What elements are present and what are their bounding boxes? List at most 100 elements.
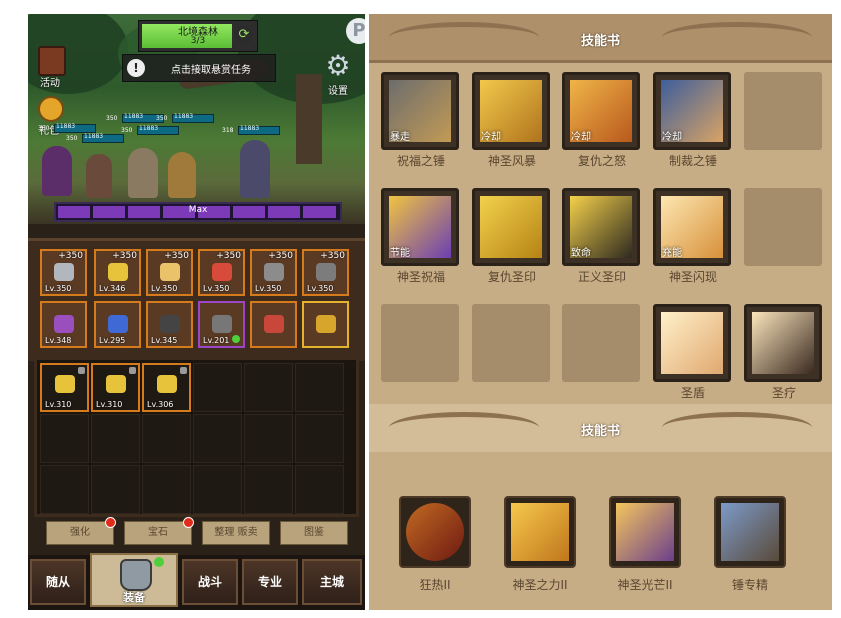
inventory-item[interactable]: Lv.310 <box>40 363 89 412</box>
panel-header: 技能书 <box>369 404 832 452</box>
exclamation-icon: ! <box>127 59 145 77</box>
sort-sell-label: 整理 贩卖 <box>214 527 258 538</box>
item-level: Lv.350 <box>255 284 282 293</box>
empty-inventory-slot[interactable] <box>142 465 191 514</box>
book-icon <box>38 46 66 76</box>
empty-inventory-slot[interactable] <box>91 465 140 514</box>
notification-dot <box>105 517 116 528</box>
item-level: Lv.350 <box>307 284 334 293</box>
equipment-slot[interactable]: Lv.345 <box>146 301 193 348</box>
inventory-item[interactable]: Lv.306 <box>142 363 191 412</box>
settings-button[interactable]: ⚙ 设置 <box>320 49 356 98</box>
item-level: Lv.201 <box>203 336 230 345</box>
empty-skill-slot[interactable] <box>562 304 640 382</box>
hero-character[interactable] <box>168 152 196 198</box>
empty-inventory-slot[interactable] <box>142 414 191 463</box>
unit-level: 350 <box>38 125 50 132</box>
skill-frame <box>504 496 576 568</box>
enemy-hp: 11883 <box>240 125 260 132</box>
empty-inventory-slot[interactable] <box>295 465 344 514</box>
gem-button[interactable]: 宝石 <box>124 517 194 545</box>
equipment-slot[interactable]: +350 Lv.350 <box>302 249 349 296</box>
battle-scene: 北境森林 3/3 ⟳ ! 点击接取悬赏任务 活动 礼包 ⚙ 设置 P 350 1… <box>28 14 365 224</box>
empty-inventory-slot[interactable] <box>295 414 344 463</box>
nav-main-city[interactable]: 主城 <box>302 559 362 605</box>
empty-inventory-slot[interactable] <box>40 414 89 463</box>
unit-hp: 11883 <box>139 125 159 132</box>
skill-name: 神圣风暴 <box>487 154 536 168</box>
swirl-icon <box>511 503 569 561</box>
enemy-character[interactable] <box>240 140 270 198</box>
hero-character[interactable] <box>86 154 112 198</box>
shoulder-icon <box>54 315 74 333</box>
enhance-button[interactable]: 强化 <box>46 517 116 545</box>
equipment-slot[interactable]: Lv.201 <box>198 301 245 348</box>
skill-frame: 冷却 <box>653 72 731 150</box>
skill-frame <box>609 496 681 568</box>
refresh-icon[interactable]: ⟳ <box>235 26 253 44</box>
inventory-item[interactable]: Lv.310 <box>91 363 140 412</box>
cloak-icon <box>212 315 232 333</box>
empty-inventory-slot[interactable] <box>244 414 293 463</box>
helmet-icon <box>55 375 75 393</box>
empty-inventory-slot[interactable] <box>193 363 242 412</box>
empty-skill-slot[interactable] <box>472 304 550 382</box>
empty-inventory-slot[interactable] <box>40 465 89 514</box>
empty-inventory-slot[interactable] <box>193 414 242 463</box>
nav-equipment[interactable]: 装备 <box>90 553 178 607</box>
hero-character[interactable] <box>128 148 158 198</box>
panel-title: 技能书 <box>580 424 620 439</box>
equipment-panel: +350 Lv.350 +350 Lv.346 +350 Lv.350 +350… <box>28 238 365 361</box>
gear-icon: ⚙ <box>325 49 351 82</box>
nav-battle[interactable]: 战斗 <box>182 559 238 605</box>
armor-icon <box>160 263 180 281</box>
bottom-navigation: 随从 装备 战斗 专业 主城 <box>28 553 365 610</box>
equipment-slot[interactable] <box>250 301 297 348</box>
skill-name: 神圣祝福 <box>396 270 445 284</box>
nav-followers[interactable]: 随从 <box>30 559 86 605</box>
equipment-slot[interactable]: +350 Lv.350 <box>198 249 245 296</box>
equipment-slot[interactable]: +350 Lv.346 <box>94 249 141 296</box>
skill-tag: 暴走 <box>390 132 410 143</box>
empty-skill-slot[interactable] <box>381 304 459 382</box>
empty-inventory-slot[interactable] <box>295 363 344 412</box>
divider <box>369 60 832 63</box>
empty-skill-slot[interactable] <box>744 72 822 150</box>
app-badge-icon[interactable]: P <box>346 18 365 44</box>
rage-bar: Max <box>54 202 342 222</box>
unit-level: 350 <box>106 115 118 122</box>
equipment-slot[interactable]: Lv.295 <box>94 301 141 348</box>
nav-profession[interactable]: 专业 <box>242 559 298 605</box>
item-level: Lv.350 <box>151 284 178 293</box>
equipment-slot[interactable]: +350 Lv.350 <box>250 249 297 296</box>
equipment-slot[interactable]: +350 Lv.350 <box>40 249 87 296</box>
activity-button[interactable]: 活动 <box>34 46 66 89</box>
equipment-slot[interactable] <box>302 301 349 348</box>
unit-level: 350 <box>156 115 168 122</box>
skill-name: 神圣光芒II <box>617 578 673 592</box>
hand-icon <box>752 312 814 374</box>
codex-button[interactable]: 图鉴 <box>280 521 348 545</box>
empty-inventory-slot[interactable] <box>193 465 242 514</box>
empty-skill-slot[interactable] <box>744 188 822 266</box>
equipment-slot[interactable]: +350 Lv.350 <box>146 249 193 296</box>
ring-icon <box>264 315 284 333</box>
item-level: Lv.310 <box>96 400 123 409</box>
empty-inventory-slot[interactable] <box>91 414 140 463</box>
gem-label: 宝石 <box>148 527 168 538</box>
item-level: Lv.350 <box>45 284 72 293</box>
skill-name: 祝福之锤 <box>396 154 445 168</box>
sort-sell-button[interactable]: 整理 贩卖 <box>202 521 270 545</box>
skill-name: 复仇圣印 <box>487 270 536 284</box>
lock-icon <box>78 367 85 374</box>
skill-frame <box>744 304 822 382</box>
skill-tag: 节能 <box>390 248 410 259</box>
empty-inventory-slot[interactable] <box>244 465 293 514</box>
zone-indicator[interactable]: 北境森林 3/3 ⟳ <box>138 20 258 52</box>
equipment-slot[interactable]: Lv.348 <box>40 301 87 348</box>
enhance-level: +350 <box>164 251 189 261</box>
empty-inventory-slot[interactable] <box>244 363 293 412</box>
skill-tag: 冷却 <box>481 132 501 143</box>
hero-character[interactable] <box>42 146 72 196</box>
bounty-task-banner[interactable]: ! 点击接取悬赏任务 <box>122 54 276 82</box>
